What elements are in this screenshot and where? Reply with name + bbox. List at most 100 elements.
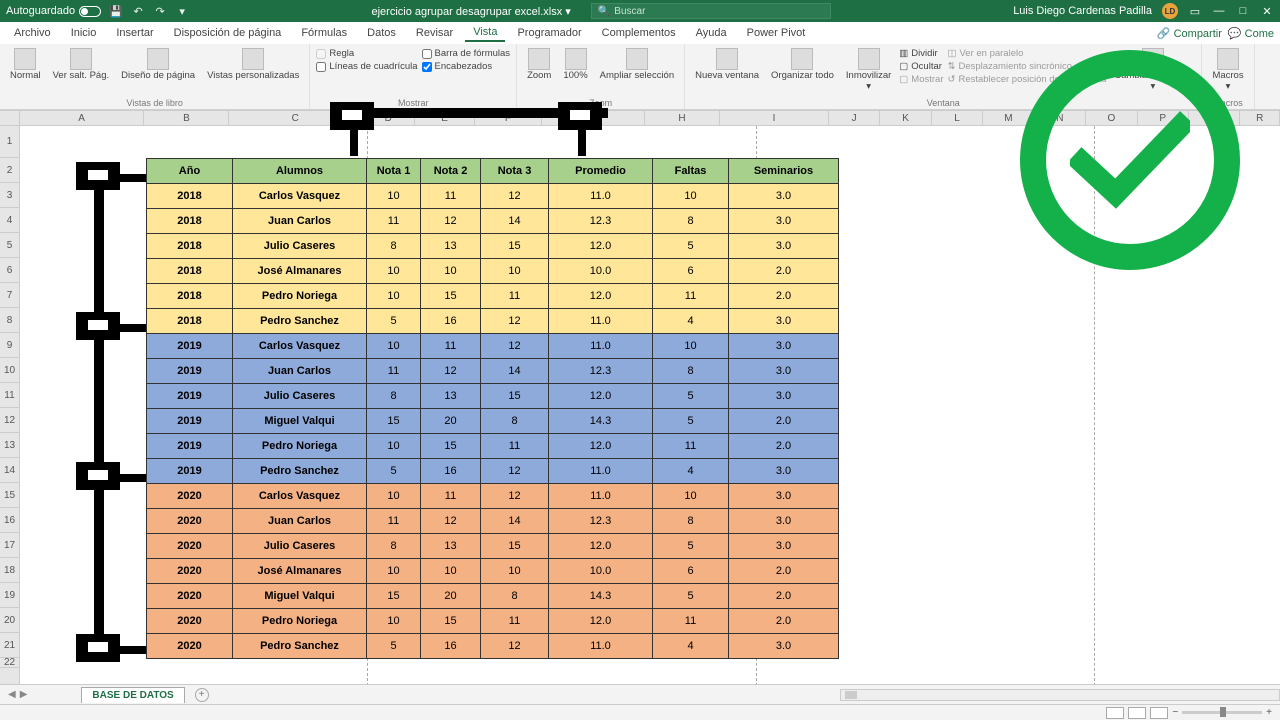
table-row[interactable]: 2020Pedro Noriega10151112.0112.0: [147, 609, 839, 634]
cell[interactable]: 14: [481, 359, 549, 384]
user-avatar[interactable]: LD: [1162, 3, 1178, 19]
tab-data[interactable]: Datos: [359, 25, 404, 41]
cell[interactable]: 12.0: [549, 434, 653, 459]
redo-icon[interactable]: ↷: [153, 4, 167, 18]
row-9[interactable]: 9: [0, 333, 19, 358]
cell[interactable]: 8: [653, 209, 729, 234]
page-layout-view-icon[interactable]: [1128, 707, 1146, 719]
autosave-toggle[interactable]: Autoguardado: [6, 5, 101, 17]
cell[interactable]: Juan Carlos: [233, 359, 367, 384]
cell[interactable]: 10: [421, 259, 481, 284]
cell[interactable]: 12.3: [549, 209, 653, 234]
row-18[interactable]: 18: [0, 558, 19, 583]
search-input[interactable]: 🔍 Buscar: [591, 3, 831, 19]
cell[interactable]: 12.0: [549, 384, 653, 409]
cell[interactable]: 11: [653, 284, 729, 309]
cell[interactable]: 11: [367, 209, 421, 234]
row-11[interactable]: 11: [0, 383, 19, 408]
cell[interactable]: 20: [421, 584, 481, 609]
cell[interactable]: Julio Caseres: [233, 234, 367, 259]
sheet-nav-next-icon[interactable]: ▶: [20, 689, 28, 700]
table-row[interactable]: 2020Juan Carlos11121412.383.0: [147, 509, 839, 534]
cell[interactable]: 13: [421, 534, 481, 559]
cell[interactable]: 11: [481, 609, 549, 634]
cell[interactable]: 10: [367, 434, 421, 459]
col-R[interactable]: R: [1240, 111, 1280, 125]
cell[interactable]: 3.0: [729, 534, 839, 559]
cell[interactable]: 11.0: [549, 184, 653, 209]
col-L[interactable]: L: [932, 111, 983, 125]
data-table[interactable]: Año Alumnos Nota 1 Nota 2 Nota 3 Promedi…: [146, 158, 839, 659]
col-J[interactable]: J: [829, 111, 880, 125]
row-15[interactable]: 15: [0, 483, 19, 508]
gridlines-checkbox[interactable]: Líneas de cuadrícula: [316, 61, 417, 72]
outline-toggle-top-left[interactable]: [330, 102, 374, 130]
cell[interactable]: Juan Carlos: [233, 509, 367, 534]
cell[interactable]: 12.3: [549, 359, 653, 384]
cell[interactable]: 2.0: [729, 434, 839, 459]
tab-file[interactable]: Archivo: [6, 25, 59, 41]
add-sheet-button[interactable]: +: [195, 688, 209, 702]
cell[interactable]: 2.0: [729, 409, 839, 434]
unhide-button[interactable]: ▢ Mostrar: [899, 74, 943, 85]
tab-formulas[interactable]: Fórmulas: [293, 25, 355, 41]
headings-checkbox[interactable]: Encabezados: [422, 61, 511, 72]
cell[interactable]: 3.0: [729, 484, 839, 509]
col-I[interactable]: I: [720, 111, 829, 125]
select-all-cell[interactable]: [0, 111, 20, 125]
cell[interactable]: 12.0: [549, 534, 653, 559]
col-H[interactable]: H: [645, 111, 720, 125]
col-K[interactable]: K: [880, 111, 931, 125]
pagebreak-view-icon[interactable]: [1150, 707, 1168, 719]
ribbon-options-icon[interactable]: ▭: [1188, 4, 1202, 18]
cell[interactable]: 11: [421, 184, 481, 209]
cell[interactable]: 15: [421, 284, 481, 309]
zoom-in-icon[interactable]: +: [1266, 707, 1272, 718]
qat-dropdown-icon[interactable]: ▾: [175, 4, 189, 18]
cell[interactable]: 2020: [147, 609, 233, 634]
cell[interactable]: Pedro Noriega: [233, 284, 367, 309]
cell[interactable]: 12: [421, 209, 481, 234]
table-row[interactable]: 2020Miguel Valqui1520814.352.0: [147, 584, 839, 609]
cell[interactable]: 3.0: [729, 509, 839, 534]
cell[interactable]: 15: [421, 609, 481, 634]
outline-toggle-2018-top[interactable]: [76, 162, 120, 190]
cell[interactable]: 2019: [147, 334, 233, 359]
cell[interactable]: 10: [481, 559, 549, 584]
table-row[interactable]: 2019Pedro Sanchez5161211.043.0: [147, 459, 839, 484]
cell[interactable]: 15: [367, 409, 421, 434]
cell[interactable]: 16: [421, 634, 481, 659]
cell[interactable]: 2018: [147, 234, 233, 259]
cell[interactable]: 11: [481, 284, 549, 309]
cell[interactable]: 10: [367, 259, 421, 284]
col-A[interactable]: A: [20, 111, 145, 125]
tab-view[interactable]: Vista: [465, 24, 505, 42]
cell[interactable]: 2019: [147, 434, 233, 459]
cell[interactable]: 15: [367, 584, 421, 609]
cell[interactable]: 10: [367, 609, 421, 634]
cell[interactable]: 12: [481, 184, 549, 209]
table-row[interactable]: 2018Julio Caseres8131512.053.0: [147, 234, 839, 259]
sheet-tab-active[interactable]: BASE DE DATOS: [81, 687, 184, 703]
cell[interactable]: 11: [421, 334, 481, 359]
cell[interactable]: 10.0: [549, 559, 653, 584]
cell[interactable]: 14: [481, 509, 549, 534]
cell[interactable]: 2020: [147, 559, 233, 584]
cell[interactable]: 15: [421, 434, 481, 459]
table-row[interactable]: 2018Juan Carlos11121412.383.0: [147, 209, 839, 234]
cell[interactable]: 11.0: [549, 459, 653, 484]
formulabar-checkbox[interactable]: Barra de fórmulas: [422, 48, 511, 59]
cell[interactable]: 11.0: [549, 309, 653, 334]
tab-page-layout[interactable]: Disposición de página: [166, 25, 290, 41]
cell[interactable]: 3.0: [729, 309, 839, 334]
cell[interactable]: 2020: [147, 634, 233, 659]
cell[interactable]: José Almanares: [233, 259, 367, 284]
cell[interactable]: Pedro Noriega: [233, 434, 367, 459]
row-8[interactable]: 8: [0, 308, 19, 333]
cell[interactable]: Pedro Noriega: [233, 609, 367, 634]
table-row[interactable]: 2019Juan Carlos11121412.383.0: [147, 359, 839, 384]
cell[interactable]: 11: [421, 484, 481, 509]
cell[interactable]: 12.3: [549, 509, 653, 534]
cell[interactable]: 11: [367, 359, 421, 384]
normal-view-button[interactable]: Normal: [6, 46, 45, 83]
